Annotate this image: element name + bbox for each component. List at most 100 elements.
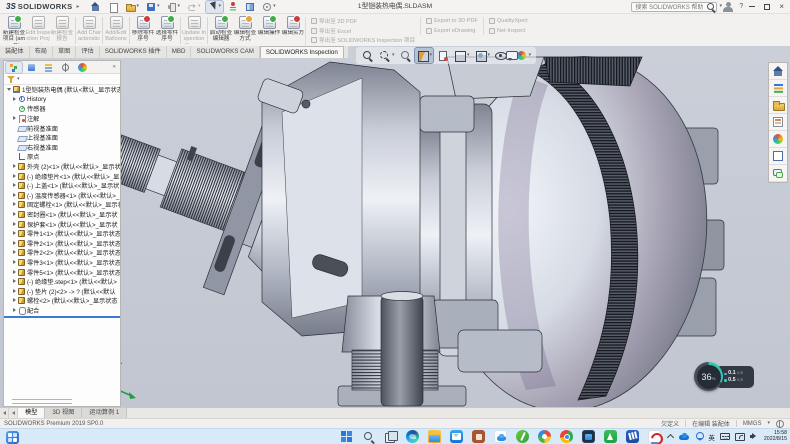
- ribbon-button-0[interactable]: 新建检查项目 (amp;R): [2, 15, 26, 46]
- expand-arrow-icon[interactable]: [12, 298, 16, 304]
- usage-gauge[interactable]: 36 %: [694, 362, 723, 391]
- ribbon-button-5[interactable]: 移除零件序号: [131, 15, 155, 46]
- expand-arrow-icon[interactable]: [7, 87, 11, 93]
- comments-button[interactable]: ▾: [505, 49, 522, 62]
- mail-button[interactable]: [450, 430, 463, 444]
- taskbar-clock[interactable]: 15:582022/8/15: [764, 431, 787, 443]
- panel-collapse-button[interactable]: «: [113, 64, 118, 70]
- expand-arrow-icon[interactable]: [12, 116, 16, 122]
- expand-arrow-icon[interactable]: [12, 288, 16, 294]
- commandmanager-tab-2[interactable]: 草图: [53, 46, 76, 58]
- commandmanager-tab-0[interactable]: 装配体: [0, 46, 30, 58]
- custom-properties-tab[interactable]: [769, 148, 787, 165]
- tree-item[interactable]: 传感器: [4, 104, 120, 114]
- previous-view-button[interactable]: [398, 48, 413, 63]
- expand-arrow-icon[interactable]: [12, 240, 16, 246]
- home-button[interactable]: [89, 1, 103, 13]
- expand-arrow-icon[interactable]: [12, 202, 16, 208]
- search-icon[interactable]: [706, 2, 716, 12]
- expand-arrow-icon[interactable]: [12, 269, 16, 275]
- tree-item[interactable]: 右视基准面: [4, 143, 120, 153]
- options-button[interactable]: ▾: [260, 1, 278, 13]
- tree-item[interactable]: 注解: [4, 114, 120, 124]
- browser-360-button[interactable]: [538, 430, 551, 444]
- tray-chevron-icon[interactable]: [667, 433, 674, 440]
- annotation-button[interactable]: [435, 48, 450, 63]
- tree-item[interactable]: 零件2<2> (默认<<默认>_显示状态: [4, 248, 120, 258]
- login-icon[interactable]: [723, 2, 733, 12]
- zoom-fit-button[interactable]: [360, 48, 375, 63]
- tree-item[interactable]: History: [4, 95, 120, 105]
- configurationmanager-tab[interactable]: [40, 62, 56, 73]
- units-caret-icon[interactable]: ▾: [767, 421, 770, 426]
- ime-keyboard-icon[interactable]: [720, 433, 730, 440]
- tree-item[interactable]: (-) 温度传感器<1> (默认<<默认>_: [4, 191, 120, 201]
- expand-arrow-icon[interactable]: [12, 164, 16, 170]
- tree-item[interactable]: (-) 绝缘垫片<1> (默认<<默认>_显: [4, 171, 120, 181]
- tree-item[interactable]: 零件2<1> (默认<<默认>_显示状态: [4, 239, 120, 249]
- panel-splitter[interactable]: [4, 316, 120, 318]
- commandmanager-tab-7[interactable]: SOLIDWORKS Inspection: [260, 46, 344, 58]
- ribbon-button-7[interactable]: Update Inspection Project: [182, 15, 206, 46]
- edge-button[interactable]: [406, 430, 419, 444]
- search-button[interactable]: [362, 430, 375, 444]
- dimxpertmanager-tab[interactable]: [57, 62, 73, 73]
- open-button[interactable]: ▾: [123, 1, 141, 13]
- featuremanager-tab[interactable]: [6, 62, 22, 73]
- expand-arrow-icon[interactable]: [12, 96, 16, 102]
- tree-item[interactable]: (-) 上盖<1> (默认<<默认>_显示状: [4, 181, 120, 191]
- ribbon-button-1[interactable]: Edit Inspection Project: [26, 15, 50, 46]
- display-style-button[interactable]: ▾: [473, 48, 492, 63]
- view-tab-0[interactable]: 模型: [18, 408, 45, 418]
- tree-item[interactable]: (-) 绝缘垫.step<1> (默认<<默认>: [4, 277, 120, 287]
- search-caret-icon[interactable]: ▾: [719, 4, 722, 9]
- tree-item[interactable]: 外壳 (2)<1> (默认<<默认>_显示状: [4, 162, 120, 172]
- ribbon-button-10[interactable]: 编辑操作: [257, 15, 281, 46]
- commandmanager-tab-5[interactable]: MBD: [167, 46, 192, 58]
- tree-item[interactable]: 保护套<1> (默认<<默认>_显示状: [4, 219, 120, 229]
- ribbon-button-11[interactable]: 编辑实方: [281, 15, 305, 46]
- ribbon-button-4[interactable]: Add/Edit Balloons: [104, 15, 128, 46]
- export-item[interactable]: 导出至 Excel: [311, 27, 415, 36]
- tab-nav-button[interactable]: [0, 408, 9, 418]
- ribbon-button-2[interactable]: 新建检查报告: [50, 15, 74, 46]
- panel-grip[interactable]: [12, 399, 72, 400]
- view-tab-1[interactable]: 3D 视图: [45, 408, 82, 418]
- undo-button[interactable]: ▾: [185, 1, 203, 13]
- export-item[interactable]: Net-Inspect: [489, 27, 528, 36]
- design-library-tab[interactable]: [769, 80, 787, 97]
- expand-arrow-icon[interactable]: [12, 212, 16, 218]
- help-button[interactable]: ?: [739, 3, 743, 10]
- location-icon[interactable]: [695, 432, 703, 442]
- commandmanager-tab-4[interactable]: SOLIDWORKS 插件: [100, 46, 167, 58]
- volume-icon[interactable]: [750, 433, 759, 441]
- tree-item[interactable]: 密封圈<1> (默认<<默认>_显示状: [4, 210, 120, 220]
- expand-arrow-icon[interactable]: [12, 250, 16, 256]
- expand-arrow-icon[interactable]: [12, 192, 16, 198]
- tree-item[interactable]: (-) 垫片 (2)<2> -> ? (默认<<默认: [4, 286, 120, 296]
- expand-arrow-icon[interactable]: [12, 307, 16, 313]
- export-item[interactable]: Export eDrawing: [426, 27, 478, 36]
- commandmanager-tab-3[interactable]: 评估: [76, 46, 99, 58]
- propertymanager-tab[interactable]: [23, 62, 39, 73]
- view-tab-2[interactable]: 运动算例 1: [82, 408, 127, 418]
- tree-item[interactable]: 零件1<1> (默认<<默认>_显示状态=: [4, 229, 120, 239]
- export-item[interactable]: 导出至 2D PDF: [311, 17, 415, 26]
- close-button[interactable]: ×: [779, 2, 784, 11]
- commandmanager-tab-1[interactable]: 布局: [30, 46, 53, 58]
- zoom-area-button[interactable]: ▾: [377, 48, 396, 63]
- tab-nav-button[interactable]: [9, 408, 18, 418]
- rebuild-button[interactable]: [226, 1, 240, 13]
- appearances-scenes-tab[interactable]: [769, 131, 787, 148]
- displaymanager-tab[interactable]: [74, 62, 90, 73]
- tree-filter[interactable]: ▾: [4, 74, 120, 85]
- solidworks-forum-tab[interactable]: [769, 165, 787, 182]
- onedrive-icon[interactable]: [679, 433, 690, 441]
- tree-root-item[interactable]: 1型铠装热电偶 (默认<默认_显示状态-1: [4, 85, 120, 95]
- expand-arrow-icon[interactable]: [12, 231, 16, 237]
- tree-item[interactable]: 前视基准面: [4, 123, 120, 133]
- green-app-button[interactable]: [516, 430, 529, 444]
- tree-item[interactable]: 螺栓<2> (默认<<默认>_显示状态: [4, 296, 120, 306]
- print-button[interactable]: ▾: [165, 1, 183, 13]
- ribbon-button-3[interactable]: Add Characteristic: [77, 15, 101, 46]
